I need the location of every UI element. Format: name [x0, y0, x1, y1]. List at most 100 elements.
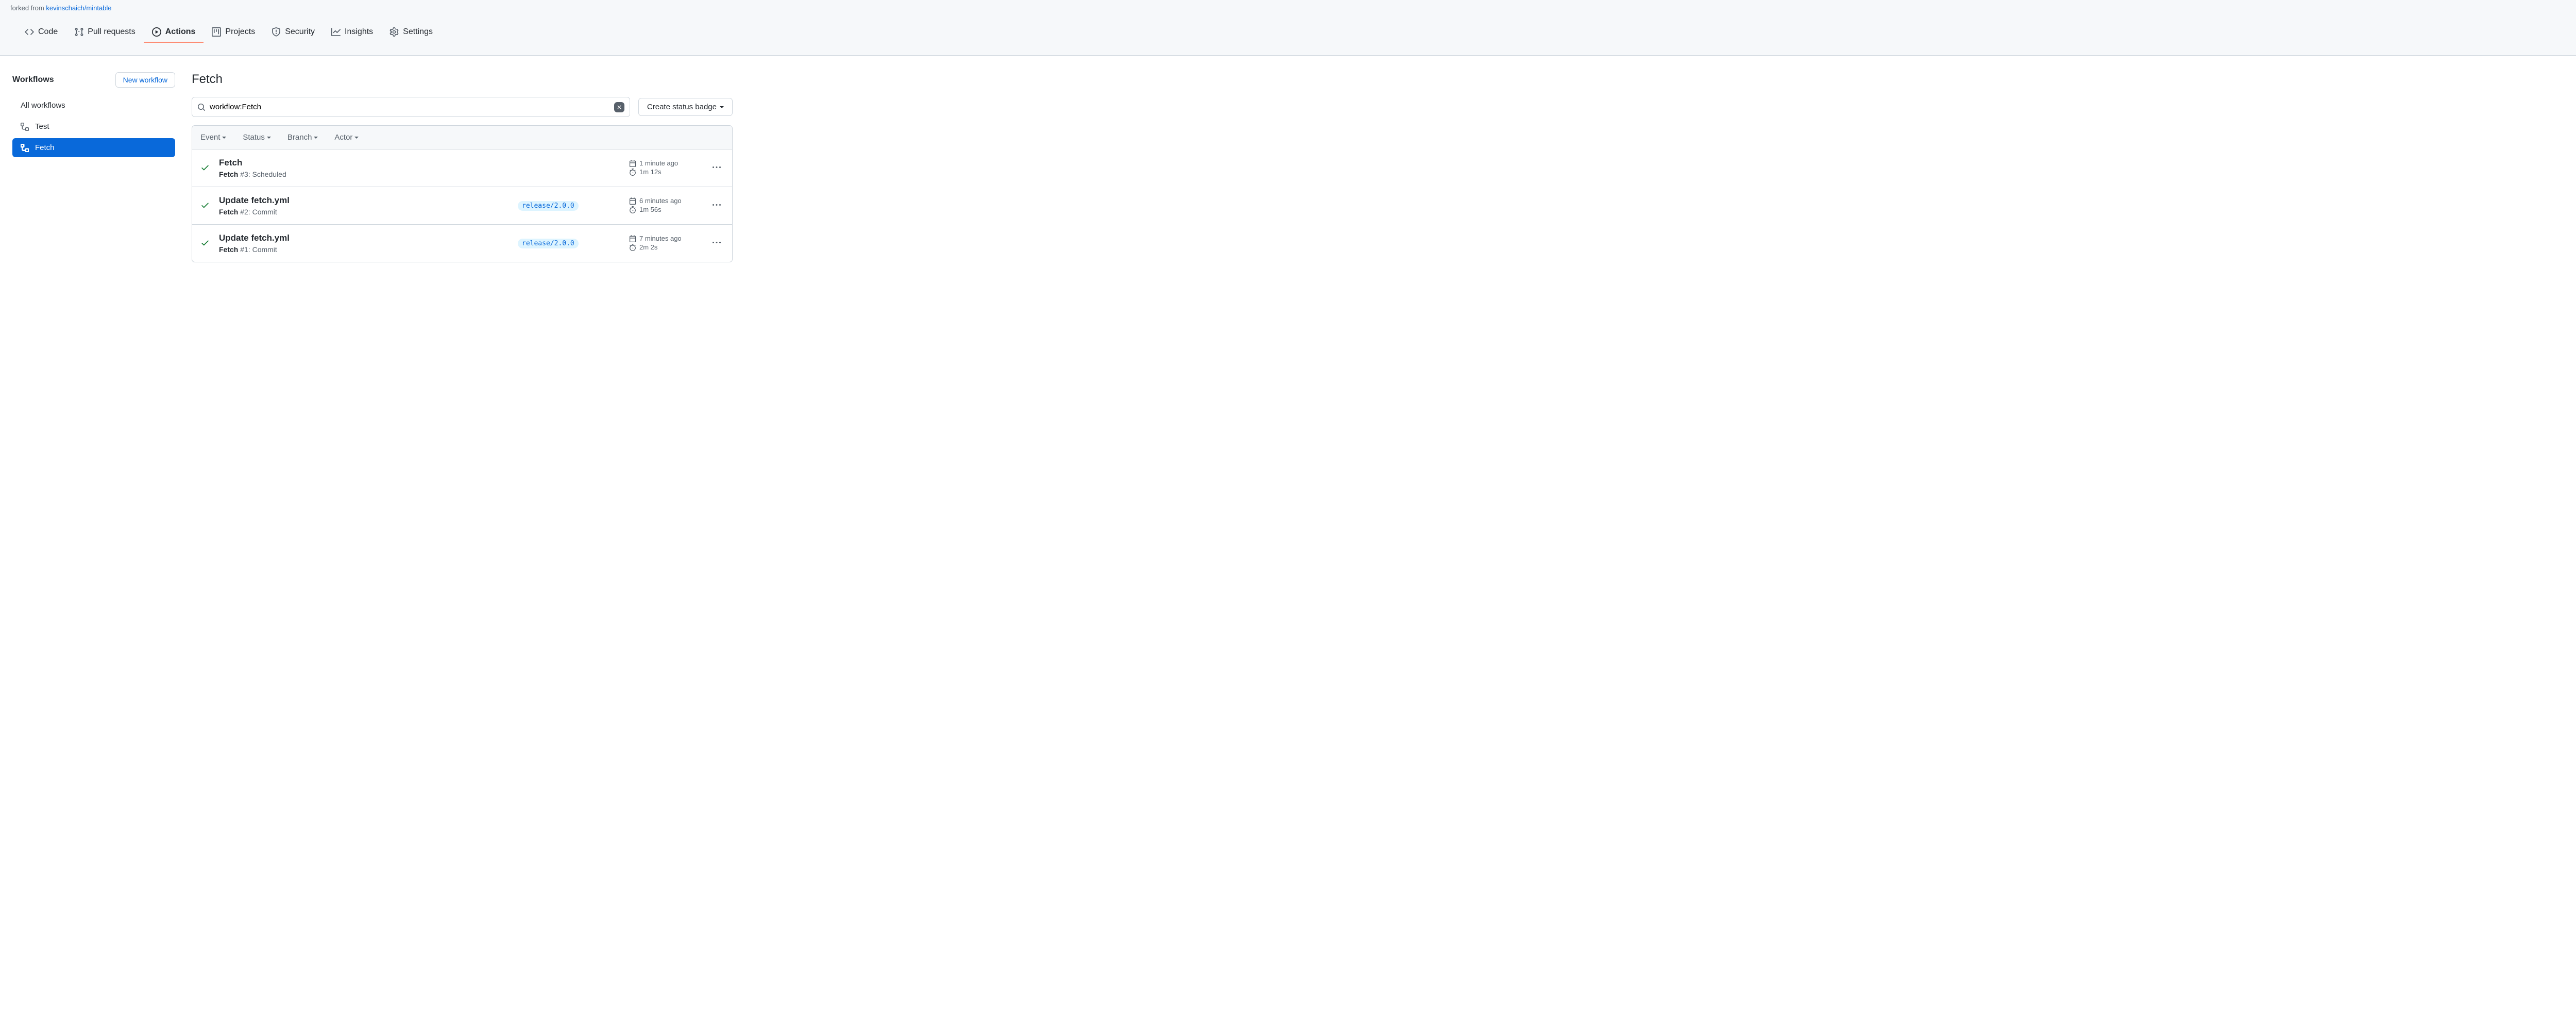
tab-projects-label: Projects	[225, 27, 255, 37]
check-icon	[200, 238, 210, 247]
tab-insights-label: Insights	[345, 27, 373, 37]
tab-code-label: Code	[38, 27, 58, 37]
caret-down-icon	[314, 137, 318, 139]
tab-insights[interactable]: Insights	[323, 22, 381, 43]
run-title[interactable]: Update fetch.yml	[219, 233, 510, 243]
run-branch: release/2.0.0	[518, 201, 621, 211]
search-box[interactable]	[192, 97, 630, 117]
run-row[interactable]: Fetch Fetch #3: Scheduled 1 minute ago 1…	[192, 149, 732, 187]
tab-projects[interactable]: Projects	[204, 22, 263, 43]
filter-branch[interactable]: Branch	[287, 133, 318, 142]
calendar-icon	[629, 160, 636, 167]
x-icon	[616, 104, 622, 110]
status-badge-label: Create status badge	[647, 103, 717, 111]
forked-from-line: forked from kevinschaich/mintable	[10, 4, 2568, 12]
sidebar-item-fetch[interactable]: Fetch	[12, 138, 175, 157]
sidebar-title: Workflows	[12, 75, 54, 85]
tab-pull-requests[interactable]: Pull requests	[66, 22, 144, 43]
page-title: Fetch	[192, 72, 733, 87]
filter-actor[interactable]: Actor	[334, 133, 359, 142]
sidebar-item-label: Fetch	[35, 143, 55, 152]
tab-security[interactable]: Security	[263, 22, 323, 43]
calendar-icon	[629, 197, 636, 205]
run-menu-button[interactable]	[709, 236, 724, 252]
branch-label[interactable]: release/2.0.0	[518, 201, 579, 211]
run-subtitle: Fetch #3: Scheduled	[219, 170, 510, 178]
run-title[interactable]: Fetch	[219, 158, 510, 168]
gear-icon	[389, 27, 399, 37]
tab-settings[interactable]: Settings	[381, 22, 441, 43]
run-main: Update fetch.yml Fetch #2: Commit	[219, 195, 510, 216]
repo-tabs: Code Pull requests Actions Projects Secu…	[8, 22, 2568, 43]
caret-down-icon	[267, 137, 271, 139]
search-input[interactable]	[206, 101, 614, 113]
stopwatch-icon	[629, 244, 636, 251]
workflow-icon	[21, 144, 29, 152]
run-status	[200, 200, 211, 211]
tab-actions[interactable]: Actions	[144, 22, 204, 43]
run-subtitle: Fetch #2: Commit	[219, 208, 510, 216]
filter-header: Event Status Branch Actor	[192, 126, 732, 149]
tab-pulls-label: Pull requests	[88, 27, 135, 37]
repo-header: forked from kevinschaich/mintable Code P…	[0, 0, 2576, 56]
run-menu-button[interactable]	[709, 160, 724, 176]
tab-code[interactable]: Code	[16, 22, 66, 43]
caret-down-icon	[222, 137, 226, 139]
stopwatch-icon	[629, 169, 636, 176]
clear-search-button[interactable]	[614, 102, 624, 112]
runs-list: Event Status Branch Actor Fetch Fetch #3…	[192, 125, 733, 262]
run-time: 6 minutes ago	[629, 197, 701, 205]
run-meta: 6 minutes ago 1m 56s	[629, 197, 701, 214]
caret-down-icon	[720, 106, 724, 108]
project-icon	[212, 27, 221, 37]
tab-security-label: Security	[285, 27, 315, 37]
sidebar-item-test[interactable]: Test	[12, 117, 175, 136]
kebab-icon	[713, 201, 721, 209]
run-title[interactable]: Update fetch.yml	[219, 195, 510, 206]
new-workflow-button[interactable]: New workflow	[115, 72, 175, 88]
forked-prefix: forked from	[10, 4, 46, 12]
run-duration: 1m 12s	[629, 168, 701, 176]
branch-label[interactable]: release/2.0.0	[518, 239, 579, 248]
sidebar-item-label: All workflows	[21, 101, 65, 110]
filter-status[interactable]: Status	[243, 133, 271, 142]
run-subtitle: Fetch #1: Commit	[219, 245, 510, 254]
run-time: 7 minutes ago	[629, 235, 701, 242]
workflows-sidebar: Workflows New workflow All workflows Tes…	[12, 72, 175, 262]
run-meta: 1 minute ago 1m 12s	[629, 159, 701, 177]
run-row[interactable]: Update fetch.yml Fetch #2: Commit releas…	[192, 187, 732, 225]
forked-repo-link[interactable]: kevinschaich/mintable	[46, 4, 111, 12]
shield-icon	[272, 27, 281, 37]
calendar-icon	[629, 235, 636, 242]
run-status	[200, 163, 211, 174]
tab-settings-label: Settings	[403, 27, 433, 37]
sidebar-item-label: Test	[35, 122, 49, 131]
run-duration: 2m 2s	[629, 243, 701, 251]
kebab-icon	[713, 163, 721, 172]
play-icon	[152, 27, 161, 37]
filter-event[interactable]: Event	[200, 133, 226, 142]
caret-down-icon	[354, 137, 359, 139]
create-status-badge-button[interactable]: Create status badge	[638, 98, 733, 116]
run-main: Update fetch.yml Fetch #1: Commit	[219, 233, 510, 254]
code-icon	[25, 27, 34, 37]
run-time: 1 minute ago	[629, 159, 701, 167]
sidebar-item-all-workflows[interactable]: All workflows	[12, 96, 175, 115]
graph-icon	[331, 27, 341, 37]
run-menu-button[interactable]	[709, 198, 724, 214]
stopwatch-icon	[629, 206, 636, 213]
workflow-icon	[21, 123, 29, 131]
content-area: Fetch Create status badge Event Status B…	[192, 72, 733, 262]
run-duration: 1m 56s	[629, 206, 701, 213]
tab-actions-label: Actions	[165, 27, 196, 37]
run-main: Fetch Fetch #3: Scheduled	[219, 158, 510, 178]
check-icon	[200, 200, 210, 210]
run-branch: release/2.0.0	[518, 239, 621, 248]
run-meta: 7 minutes ago 2m 2s	[629, 235, 701, 252]
search-icon	[197, 103, 206, 111]
kebab-icon	[713, 239, 721, 247]
run-row[interactable]: Update fetch.yml Fetch #1: Commit releas…	[192, 225, 732, 262]
run-status	[200, 238, 211, 249]
check-icon	[200, 163, 210, 172]
git-pull-request-icon	[74, 27, 83, 37]
